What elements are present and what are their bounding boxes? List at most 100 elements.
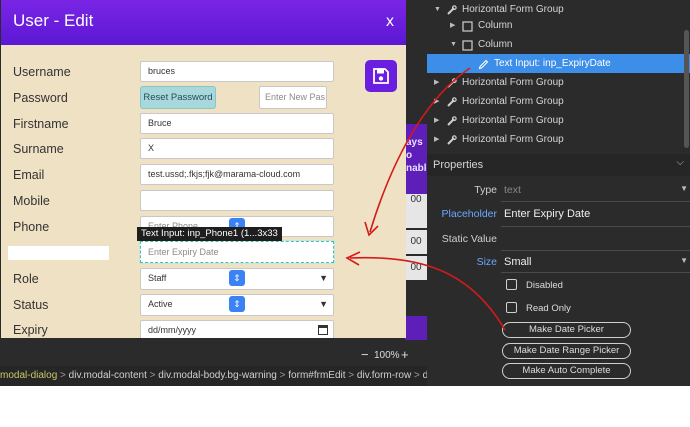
disabled-checkbox-label: Disabled (526, 280, 563, 291)
updown-handle-icon[interactable]: ⇕ (229, 270, 245, 286)
save-button[interactable] (365, 60, 397, 92)
tree-item-label: Horizontal Form Group (462, 96, 564, 107)
prop-size-label: Size (476, 256, 497, 268)
chevron-right-icon[interactable]: ▶ (434, 130, 439, 149)
mobile-input[interactable] (140, 190, 334, 211)
tree-item[interactable]: ▶ Horizontal Form Group (427, 111, 690, 130)
mobile-label: Mobile (13, 194, 50, 208)
status-select-value: Active (148, 299, 173, 309)
properties-header[interactable]: Properties ⌵ (427, 154, 690, 176)
wrench-icon (446, 96, 457, 107)
tree-item-label: Horizontal Form Group (462, 115, 564, 126)
divider (501, 272, 690, 273)
disabled-checkbox[interactable] (506, 279, 517, 290)
chevron-down-icon[interactable]: ⌵ (676, 157, 684, 168)
chevron-down-icon[interactable]: ▼ (450, 35, 457, 54)
chevron-right-icon[interactable]: ▶ (450, 16, 455, 35)
empty-label-placeholder (8, 246, 109, 260)
box-icon (462, 20, 473, 32)
tree-item-label: Horizontal Form Group (462, 134, 564, 145)
prop-size-row[interactable]: Size Small ▼ (427, 256, 690, 270)
prop-placeholder-row[interactable]: Placeholder Enter Expiry Date (427, 208, 690, 222)
background-cell: 00 (405, 256, 427, 280)
zoom-in-button[interactable]: + (401, 347, 409, 362)
email-label: Email (13, 168, 45, 182)
prop-size-value[interactable]: Small (504, 256, 532, 268)
prop-type-label: Type (474, 184, 497, 196)
tree-item-label: Text Input: inp_ExpiryDate (494, 58, 611, 69)
tree-item[interactable]: ▶ Horizontal Form Group (427, 73, 690, 92)
background-text: nable (406, 163, 427, 174)
tree-item-label: Column (478, 39, 513, 50)
tree-item[interactable]: ▼ Column (427, 35, 690, 54)
background-cell: 00 (405, 194, 427, 228)
zoom-out-button[interactable]: − (361, 347, 369, 362)
breadcrumb-item[interactable]: div.modal-body.bg-warning (158, 370, 277, 381)
readonly-checkbox[interactable] (506, 302, 517, 313)
background-text: o (406, 150, 413, 161)
box-icon (462, 39, 473, 51)
breadcrumb-separator: > (411, 370, 423, 381)
breadcrumb-item[interactable]: div.form-row (357, 370, 411, 381)
wrench-icon (446, 134, 457, 145)
element-tooltip: Text Input: inp_Phone1 (1...3x33 (137, 227, 282, 241)
close-icon[interactable]: x (386, 13, 394, 31)
expiry-label: Expiry (13, 323, 48, 337)
expiry-date-text-input[interactable]: Enter Expiry Date (140, 241, 334, 263)
breadcrumb-item[interactable]: div.modal-content (69, 370, 147, 381)
breadcrumb-separator: > (276, 370, 289, 381)
reset-password-button[interactable]: Reset Password (140, 86, 216, 109)
firstname-input[interactable]: Bruce (140, 113, 334, 134)
expiry-date-placeholder: dd/mm/yyyy (148, 325, 197, 335)
tree-item[interactable]: ▶ Horizontal Form Group (427, 92, 690, 111)
username-label: Username (13, 65, 71, 79)
inspector-panel: ▼ Horizontal Form Group ▶ Column ▼ Column Text… (427, 0, 690, 386)
role-select-value: Staff (148, 273, 167, 283)
divider (501, 201, 690, 202)
password-label: Password (13, 91, 68, 105)
expiry-date-input[interactable]: dd/mm/yyyy (140, 320, 334, 338)
chevron-down-icon: ▼ (680, 184, 688, 193)
tree-scrollbar[interactable] (684, 30, 689, 148)
username-input[interactable]: bruces (140, 61, 334, 82)
surname-label: Surname (13, 142, 64, 156)
tree-item[interactable]: ▶ Column (427, 16, 690, 35)
make-auto-complete-button[interactable]: Make Auto Complete (502, 363, 631, 379)
design-canvas[interactable]: ays o nable 00 00 00 User - Edit x Usern… (0, 0, 427, 346)
zoom-bar: − 100% + (0, 346, 427, 366)
modal-header: User - Edit x (1, 0, 406, 45)
breadcrumb-separator: > (57, 370, 69, 381)
breadcrumb-separator: > (146, 370, 159, 381)
background-purple-block (405, 316, 427, 340)
role-label: Role (13, 272, 39, 286)
divider (501, 250, 690, 251)
surname-input[interactable]: X (140, 138, 334, 159)
updown-handle-icon[interactable]: ⇕ (229, 296, 245, 312)
chevron-right-icon[interactable]: ▶ (434, 92, 439, 111)
email-input[interactable]: test.ussd;.fkjs;fjk@marama-cloud.com (140, 164, 334, 185)
prop-static-value-row[interactable]: Static Value (427, 233, 690, 247)
calendar-icon (318, 325, 328, 335)
new-password-input[interactable]: Enter New Pas (259, 86, 327, 109)
tree-item-label: Horizontal Form Group (462, 77, 564, 88)
make-date-picker-button[interactable]: Make Date Picker (502, 322, 631, 338)
wrench-icon (446, 4, 457, 15)
breadcrumb-item[interactable]: modal-dialog (0, 370, 57, 381)
chevron-right-icon[interactable]: ▶ (434, 73, 439, 92)
wrench-icon (446, 115, 457, 126)
tree-item-label: Column (478, 20, 513, 31)
readonly-checkbox-label: Read Only (526, 303, 571, 314)
tree-item[interactable]: ▶ Horizontal Form Group (427, 130, 690, 149)
make-date-range-picker-button[interactable]: Make Date Range Picker (502, 343, 631, 359)
tree-item[interactable]: Text Input: inp_ExpiryDate (427, 54, 690, 73)
user-edit-modal: User - Edit x Username bruces Password R… (1, 0, 406, 338)
breadcrumb-separator: > (345, 370, 357, 381)
save-icon (373, 68, 389, 84)
prop-static-value-label: Static Value (441, 233, 497, 245)
wrench-icon (446, 77, 457, 88)
prop-type-row[interactable]: Type text ▼ (427, 184, 690, 198)
prop-placeholder-value[interactable]: Enter Expiry Date (504, 208, 590, 220)
chevron-right-icon[interactable]: ▶ (434, 111, 439, 130)
divider (501, 226, 690, 227)
breadcrumb-item[interactable]: form#frmEdit (288, 370, 345, 381)
